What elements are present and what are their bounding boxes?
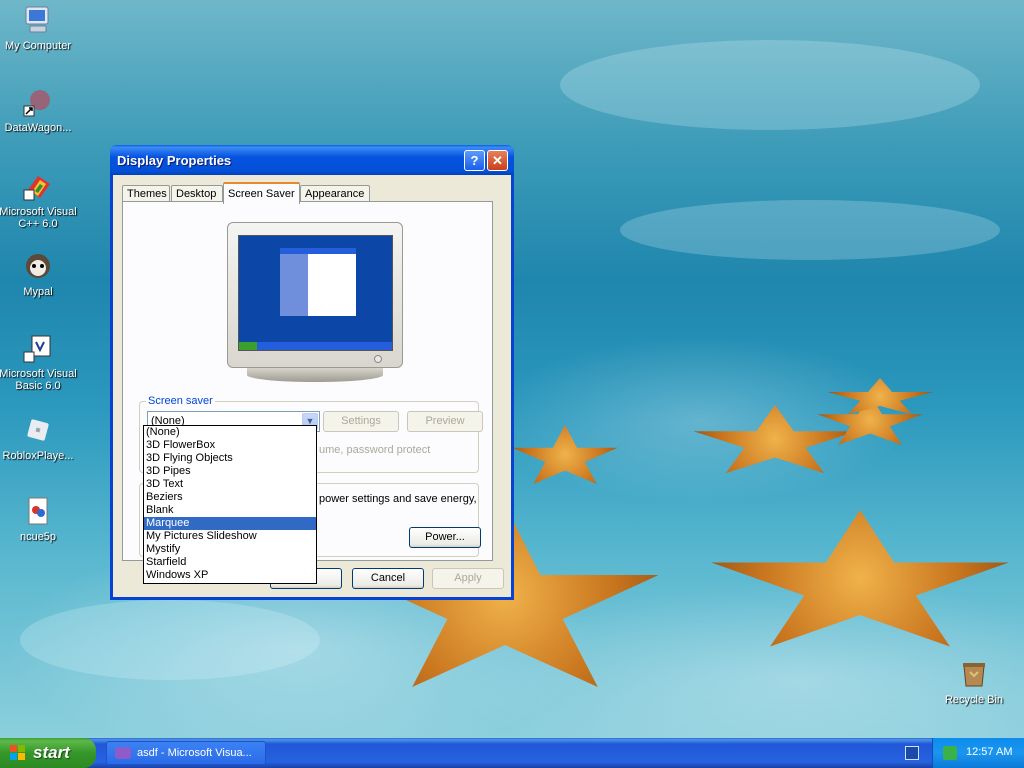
wallpaper-light bbox=[560, 40, 980, 130]
wait-resume-text: ume, password protect bbox=[319, 444, 431, 456]
windows-flag-icon bbox=[10, 745, 25, 760]
desktop-icon-roblox[interactable]: RobloxPlaye... bbox=[0, 414, 78, 462]
cancel-button[interactable]: Cancel bbox=[352, 568, 424, 589]
screen-saver-group-label: Screen saver bbox=[146, 395, 215, 407]
screen-saver-dropdown-list: (None) 3D FlowerBox 3D Flying Objects 3D… bbox=[143, 425, 317, 584]
list-item[interactable]: 3D Flying Objects bbox=[144, 452, 316, 465]
desktop-icon-visual-cpp[interactable]: Microsoft Visual C++ 6.0 bbox=[0, 170, 78, 230]
taskbar: start asdf - Microsoft Visua... 12:57 AM bbox=[0, 738, 1024, 768]
taskbar-item-label: asdf - Microsoft Visua... bbox=[137, 747, 252, 759]
list-item[interactable]: (None) bbox=[144, 426, 316, 439]
wallpaper-starfish bbox=[512, 425, 618, 485]
window-title: Display Properties bbox=[117, 153, 232, 168]
wallpaper-light bbox=[620, 200, 1000, 260]
monitor-power-icon bbox=[374, 355, 382, 363]
list-item[interactable]: 3D FlowerBox bbox=[144, 439, 316, 452]
close-icon: ✕ bbox=[492, 153, 503, 168]
visual-basic-icon bbox=[23, 335, 51, 363]
mypal-icon bbox=[26, 254, 50, 278]
roblox-icon bbox=[27, 419, 49, 441]
list-item[interactable]: Mystify bbox=[144, 543, 316, 556]
preview-screen bbox=[238, 235, 393, 351]
list-item-selected[interactable]: Marquee bbox=[144, 517, 316, 530]
list-item[interactable]: 3D Pipes bbox=[144, 465, 316, 478]
list-item[interactable]: Blank bbox=[144, 504, 316, 517]
desktop-icon-ncue5p[interactable]: ncue5p bbox=[0, 495, 78, 543]
list-item[interactable]: 3D Text bbox=[144, 478, 316, 491]
system-tray: 12:57 AM bbox=[932, 738, 1024, 768]
keyboard-icon[interactable] bbox=[905, 746, 919, 760]
file-icon bbox=[28, 497, 48, 525]
wallpaper-light bbox=[20, 600, 320, 680]
clock[interactable]: 12:57 AM bbox=[966, 746, 1012, 758]
visual-cpp-icon bbox=[23, 176, 50, 201]
monitor-preview bbox=[227, 222, 403, 368]
preview-window bbox=[280, 248, 356, 316]
desktop-icon-recycle-bin[interactable]: Recycle Bin bbox=[934, 658, 1014, 706]
taskbar-item-visual-basic[interactable]: asdf - Microsoft Visua... bbox=[106, 741, 266, 765]
apply-button[interactable]: Apply bbox=[432, 568, 504, 589]
preview-taskbar bbox=[239, 342, 392, 350]
preview-button[interactable]: Preview bbox=[407, 411, 483, 432]
desktop-icon-my-computer[interactable]: My Computer bbox=[0, 4, 78, 52]
power-button[interactable]: Power... bbox=[409, 527, 481, 548]
desktop-icon-datawagon[interactable]: DataWagon... bbox=[0, 86, 78, 134]
desktop-icon-mypal[interactable]: Mypal bbox=[0, 250, 78, 298]
monitor-stand bbox=[247, 368, 383, 382]
shortcut-icon bbox=[23, 90, 50, 117]
close-button[interactable]: ✕ bbox=[487, 150, 508, 171]
list-item[interactable]: My Pictures Slideshow bbox=[144, 530, 316, 543]
tab-screen-saver[interactable]: Screen Saver bbox=[223, 182, 300, 204]
settings-button[interactable]: Settings bbox=[323, 411, 399, 432]
help-button[interactable]: ? bbox=[464, 150, 485, 171]
list-item[interactable]: Starfield bbox=[144, 556, 316, 569]
desktop-icon-visual-basic[interactable]: Microsoft Visual Basic 6.0 bbox=[0, 332, 78, 392]
wallpaper-starfish bbox=[711, 510, 1009, 647]
list-item[interactable]: Windows XP bbox=[144, 569, 316, 582]
power-description: power settings and save energy, bbox=[319, 493, 477, 505]
list-item[interactable]: Beziers bbox=[144, 491, 316, 504]
visual-basic-icon bbox=[115, 747, 131, 759]
start-label: start bbox=[33, 743, 70, 762]
help-icon: ? bbox=[470, 153, 479, 168]
network-icon[interactable] bbox=[943, 746, 957, 760]
computer-icon bbox=[25, 6, 49, 33]
recycle-bin-icon bbox=[963, 663, 985, 687]
start-button[interactable]: start bbox=[0, 738, 96, 768]
window-titlebar[interactable]: Display Properties ? ✕ bbox=[110, 145, 514, 175]
